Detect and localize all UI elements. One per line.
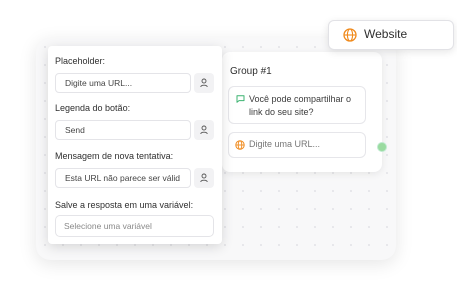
button-label-variable-button[interactable] bbox=[194, 120, 214, 140]
website-block-chip[interactable]: Website bbox=[328, 20, 454, 50]
button-label-input-value: Send bbox=[65, 125, 85, 135]
group-title: Group #1 bbox=[230, 66, 272, 77]
globe-icon bbox=[343, 28, 357, 42]
group-card[interactable]: Group #1 Você pode compartilhar o link d… bbox=[222, 52, 382, 172]
chat-bubble-icon bbox=[236, 95, 245, 103]
url-input-settings: Placeholder: Digite uma URL... Legenda d… bbox=[48, 46, 222, 244]
message-text: Você pode compartilhar o link do seu sit… bbox=[249, 94, 352, 117]
globe-icon bbox=[235, 140, 245, 150]
variable-select[interactable]: Selecione uma variável bbox=[55, 215, 214, 237]
button-label-input[interactable]: Send bbox=[55, 120, 191, 140]
placeholder-input[interactable]: Digite uma URL... bbox=[55, 73, 191, 93]
save-variable-label: Salve a resposta em uma variável: bbox=[55, 200, 194, 210]
placeholder-input-value: Digite uma URL... bbox=[65, 78, 133, 88]
placeholder-label: Placeholder: bbox=[55, 56, 106, 66]
editor-stage: Group #1 Você pode compartilhar o link d… bbox=[0, 0, 457, 296]
variable-select-placeholder: Selecione uma variável bbox=[64, 221, 152, 231]
connection-handle[interactable] bbox=[377, 142, 387, 152]
url-input-block[interactable]: Digite uma URL... bbox=[228, 132, 366, 158]
website-chip-label: Website bbox=[364, 27, 408, 41]
user-variable-icon bbox=[200, 125, 208, 135]
retry-message-input[interactable]: Esta URL não parece ser válid bbox=[55, 168, 191, 188]
text-bubble-block[interactable]: Você pode compartilhar o link do seu sit… bbox=[228, 86, 366, 124]
button-label-label: Legenda do botão: bbox=[55, 103, 131, 113]
retry-message-label: Mensagem de nova tentativa: bbox=[55, 151, 174, 161]
retry-message-variable-button[interactable] bbox=[194, 168, 214, 188]
user-variable-icon bbox=[200, 173, 208, 183]
user-variable-icon bbox=[200, 78, 208, 88]
url-block-text: Digite uma URL... bbox=[249, 139, 321, 149]
retry-message-input-value: Esta URL não parece ser válid bbox=[65, 173, 180, 183]
placeholder-variable-button[interactable] bbox=[194, 73, 214, 93]
